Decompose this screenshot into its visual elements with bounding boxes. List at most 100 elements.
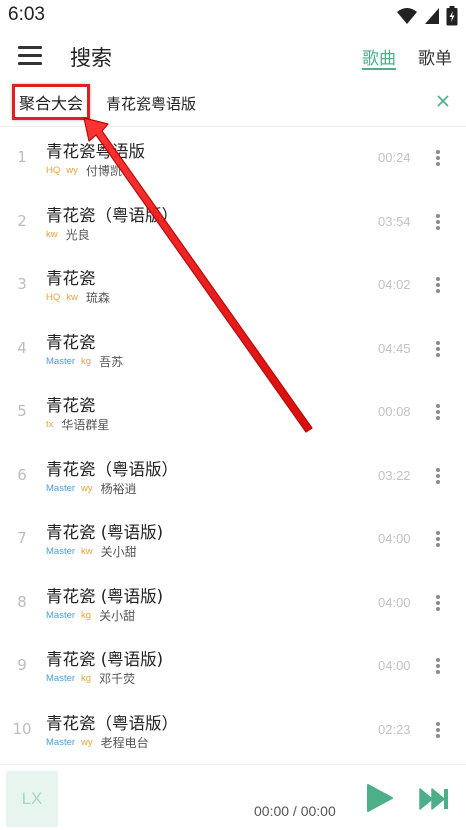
quality-tag: Master [46,736,76,748]
more-vert-icon[interactable] [434,404,442,422]
song-duration: 00:24 [378,150,411,165]
more-vert-icon[interactable] [434,658,442,676]
source-selector-button[interactable]: 聚合大会 [12,84,90,120]
more-vert-icon[interactable] [434,467,442,486]
song-artist: 杨裕逍 [100,481,137,496]
song-index: 2 [17,211,27,230]
song-meta: HQ kw 琉森 [46,289,110,306]
song-row[interactable]: 6 青花瓷（粤语版） Master wy 杨裕逍 03:22 [0,444,466,508]
song-row[interactable]: 3 青花瓷 HQ kw 琉森 04:02 [0,253,466,317]
song-title: 青花瓷（粤语版） [46,713,178,733]
song-artist: 华语群星 [61,418,110,432]
song-meta: kw 光良 [46,226,90,243]
playback-time: 00:00 / 00:00 [254,803,336,819]
song-duration: 04:00 [378,594,411,610]
tab-playlists[interactable]: 歌单 [418,44,452,69]
song-row[interactable]: 1 青花瓷粤语版 HQ wy 付博凯 00:24 [0,126,466,190]
quality-tag: Master [46,355,76,367]
song-duration: 04:45 [378,340,411,356]
song-duration: 02:23 [378,721,411,737]
wifi-icon [397,8,417,24]
song-title: 青花瓷粤语版 [46,142,145,161]
song-row[interactable]: 2 青花瓷（粤语版） kw 光良 03:54 [0,190,466,254]
song-title: 青花瓷 [46,396,96,415]
song-meta: Master wy 杨裕逍 [46,480,137,497]
quality-tag: kw [46,228,58,240]
song-title: 青花瓷 [46,269,96,288]
status-icons [396,6,458,26]
battery-icon [446,6,458,26]
song-index: 5 [17,402,27,420]
clear-icon[interactable] [436,94,450,108]
song-row[interactable]: 9 青花瓷 (粤语版) Master kg 邓千荧 04:00 [0,634,466,698]
quality-tag: HQ [46,165,61,176]
song-title: 青花瓷（粤语版） [46,459,178,479]
song-meta: Master kw 关小甜 [46,543,137,560]
more-vert-icon[interactable] [434,594,442,613]
song-index: 1 [17,148,27,166]
song-title: 青花瓷（粤语版） [46,205,178,225]
quality-tag: kw [66,292,78,303]
quality-tag: wy [66,165,78,176]
quality-tag: kg [81,673,92,684]
song-index: 10 [12,719,32,738]
menu-icon[interactable] [18,46,42,66]
quality-tag: Master [46,673,76,684]
quality-tag: Master [46,609,76,621]
more-vert-icon[interactable] [434,721,442,740]
status-bar: 6:03 [0,0,466,32]
song-title: 青花瓷 (粤语版) [46,650,164,669]
search-row: 聚合大会 青花瓷粤语版 [0,84,466,124]
song-index: 9 [17,656,27,674]
album-cover[interactable]: LX [6,771,58,827]
song-row[interactable]: 7 青花瓷 (粤语版) Master kw 关小甜 04:00 [0,507,466,571]
song-meta: HQ wy 付博凯 [46,162,122,179]
song-duration: 03:54 [378,213,411,229]
song-title: 青花瓷 [46,332,96,352]
player-bar: LX 00:00 / 00:00 [0,764,466,830]
quality-tag: kg [81,355,92,367]
song-index: 4 [17,338,27,357]
song-duration: 04:00 [378,658,411,673]
song-artist: 吾苏 [99,354,124,369]
song-row[interactable]: 10 青花瓷（粤语版） Master wy 老程电台 02:23 [0,698,466,762]
app-header: 搜索 歌曲 歌单 [0,32,466,82]
song-row[interactable]: 5 青花瓷 tx 华语群星 00:08 [0,380,466,444]
song-meta: tx 华语群星 [46,416,109,433]
song-index: 6 [17,465,27,484]
quality-tag: HQ [46,292,61,303]
song-meta: Master kg 邓千荧 [46,670,135,687]
quality-tag: tx [46,419,54,430]
song-index: 8 [17,592,27,611]
quality-tag: wy [81,736,93,748]
song-artist: 老程电台 [100,735,149,750]
song-duration: 04:00 [378,531,411,546]
search-input[interactable]: 青花瓷粤语版 [106,93,196,114]
status-time: 6:03 [8,4,45,25]
song-index: 3 [17,275,27,293]
more-vert-icon[interactable] [434,150,442,168]
song-artist: 琉森 [85,291,110,305]
more-vert-icon[interactable] [434,340,442,359]
song-row[interactable]: 8 青花瓷 (粤语版) Master kg 关小甜 04:00 [0,571,466,635]
song-duration: 04:02 [378,277,411,292]
quality-tag: wy [81,482,93,494]
more-vert-icon[interactable] [434,213,442,232]
tab-songs[interactable]: 歌曲 [362,44,396,69]
song-meta: Master kg 关小甜 [46,607,135,624]
quality-tag: Master [46,546,76,557]
signal-icon [425,8,439,24]
more-vert-icon[interactable] [434,531,442,549]
song-artist: 光良 [65,227,90,242]
quality-tag: Master [46,482,76,494]
song-duration: 00:08 [378,404,411,419]
quality-tag: kg [81,609,92,621]
song-row[interactable]: 4 青花瓷 Master kg 吾苏 04:45 [0,317,466,381]
skip-next-icon[interactable] [418,787,450,811]
more-vert-icon[interactable] [434,277,442,295]
play-icon[interactable] [364,783,394,813]
song-title: 青花瓷 (粤语版) [46,586,164,606]
song-meta: Master wy 老程电台 [46,734,149,751]
song-duration: 03:22 [378,467,411,483]
song-artist: 付博凯 [85,164,122,178]
